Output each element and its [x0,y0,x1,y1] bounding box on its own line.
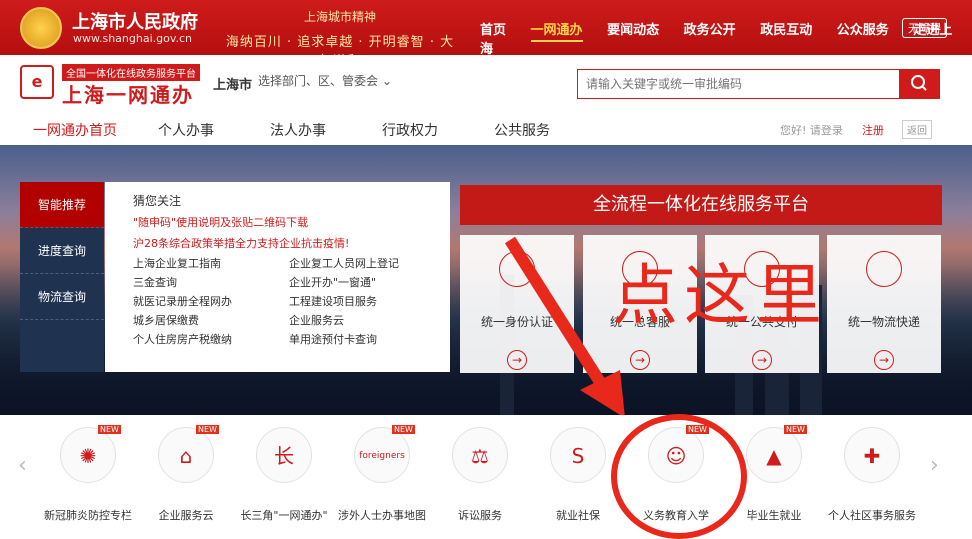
chevron-right-icon[interactable]: › [930,453,939,478]
chevron-down-icon: ⌄ [381,74,392,88]
sidebar: 智能推荐 进度查询 物流查询 [20,182,104,372]
scale-icon: ⚖ [452,427,508,483]
annotation-circle [611,414,747,539]
search-button[interactable] [900,69,940,99]
attention-item[interactable]: 企业复工人员网上登记 [289,255,449,271]
new-badge: NEW [98,425,121,434]
service-bar: ‹ ✺ NEW 新冠肺炎防控专栏 ⌂ NEW 企业服务云 长长三角"一网通办" fore… [0,415,972,539]
top-bar: 上海市人民政府 www.shanghai.gov.cn 上海城市精神 海纳百川 … [0,0,972,69]
attention-title: 猜您关注 [133,194,182,208]
annotation-text: 点这里 [612,257,828,334]
city-label: 上海市 [213,78,253,93]
foreigners-icon: foreigners [354,427,410,483]
logo-icon[interactable]: e [20,65,54,99]
topnav-open[interactable]: 政务公开 [684,23,736,38]
service-label: 新冠肺炎防控专栏 [44,509,132,522]
dept-select-label: 选择部门、区、管委会 [258,74,379,88]
nav-public[interactable]: 公共服务 [494,120,550,140]
emblem-icon [20,7,62,49]
truck-icon [866,251,902,287]
service-covid[interactable]: ✺ NEW 新冠肺炎防控专栏 [40,425,136,523]
main-nav: 一网通办首页 个人办事 法人办事 行政权力 公共服务 您好! 请登录 注册 返回 [0,115,972,145]
service-label: 企业服务云 [158,509,214,522]
attention-item[interactable]: 上海企业复工指南 [133,255,289,271]
logo-name[interactable]: 上海一网通办 [62,79,194,108]
bandage-icon: ✚ [844,427,900,483]
service-label: 长三角"一网通办" [240,509,328,522]
chevron-left-icon[interactable]: ‹ [18,453,27,478]
attention-item[interactable]: 单用途预付卡查询 [289,331,449,347]
topnav-interaction[interactable]: 政民互动 [760,23,812,38]
attention-grid: 上海企业复工指南 企业复工人员网上登记 三金查询 企业开办"一窗通" 就医记录册… [133,255,440,347]
card-logistics[interactable]: 统一物流快递 → [827,235,941,373]
topnav-home[interactable]: 首页 [480,23,506,38]
attention-item[interactable]: 企业开办"一窗通" [289,274,449,290]
site-title[interactable]: 上海市人民政府 [72,8,198,34]
building-icon: ⌂ [158,427,214,483]
attention-item[interactable]: 就医记录册全程网办 [133,293,289,309]
service-community[interactable]: ✚ 个人社区事务服务 [824,427,920,523]
service-label: 涉外人士办事地图 [338,509,426,522]
service-enterprise-cloud[interactable]: ⌂ NEW 企业服务云 [138,425,234,523]
sidebar-item-progress[interactable]: 进度查询 [20,228,104,274]
sidebar-item-recommend[interactable]: 智能推荐 [20,182,104,228]
yangtze-icon: 长 [256,427,312,483]
nav-power[interactable]: 行政权力 [382,120,438,140]
arrow-right-icon[interactable]: → [874,350,894,370]
new-badge: NEW [196,425,219,434]
service-foreigners[interactable]: foreigners NEW 涉外人士办事地图 [334,425,430,523]
service-yangtze[interactable]: 长长三角"一网通办" [236,427,332,523]
portal-header: e 全国一体化在线政务服务平台 上海一网通办 上海市 选择部门、区、管委会 ⌄ [0,55,972,115]
attention-item[interactable]: 企业服务云 [289,312,449,328]
card-label: 统一物流快递 [847,315,920,329]
service-label: 就业社保 [556,509,600,522]
attention-link-2[interactable]: 沪28条综合政策举措全力支持企业抗击疫情! [133,235,440,251]
service-litigation[interactable]: ⚖ 诉讼服务 [432,427,528,523]
site-url: www.shanghai.gov.cn [73,32,193,45]
nav-home[interactable]: 一网通办首页 [33,120,117,140]
accessibility-button[interactable]: 无障碍 [902,18,947,38]
virus-icon: ✺ [60,427,116,483]
topnav-public[interactable]: 公众服务 [837,23,889,38]
topnav-news[interactable]: 要闻动态 [607,23,659,38]
social-security-icon: S [550,427,606,483]
top-nav: 首页 一网通办 要闻动态 政务公开 政民互动 公众服务 走进上海 [480,19,972,57]
sidebar-item-logistics[interactable]: 物流查询 [20,274,104,320]
attention-item[interactable]: 三金查询 [133,274,289,290]
new-badge: NEW [784,425,807,434]
attention-item[interactable]: 城乡居保缴费 [133,312,289,328]
attention-panel: 猜您关注 "随申码"使用说明及张贴二维码下载 沪28条综合政策举措全力支持企业抗… [105,182,450,372]
service-label: 个人社区事务服务 [828,509,916,522]
attention-link-1[interactable]: "随申码"使用说明及张贴二维码下载 [133,214,440,230]
service-label: 诉讼服务 [458,509,502,522]
attention-item[interactable]: 个人住房房产税缴纳 [133,331,289,347]
graduate-icon: ▲ [746,427,802,483]
login-link[interactable]: 您好! 请登录 [780,122,843,138]
arrow-right-icon[interactable]: → [752,350,772,370]
attention-item[interactable]: 工程建设项目服务 [289,293,449,309]
service-label: 毕业生就业 [746,509,802,522]
search-input[interactable] [577,69,900,99]
nav-personal[interactable]: 个人办事 [158,120,214,140]
search-icon [911,75,927,91]
topnav-yiwangtongban[interactable]: 一网通办 [530,23,583,42]
spirit-title: 上海城市精神 [303,10,376,24]
register-link[interactable]: 注册 [862,122,884,138]
nav-legal[interactable]: 法人办事 [270,120,326,140]
back-button[interactable]: 返回 [902,120,932,139]
new-badge: NEW [392,425,415,434]
dept-select[interactable]: 选择部门、区、管委会 ⌄ [258,72,392,89]
platform-title: 全流程一体化在线服务平台 [460,185,942,225]
